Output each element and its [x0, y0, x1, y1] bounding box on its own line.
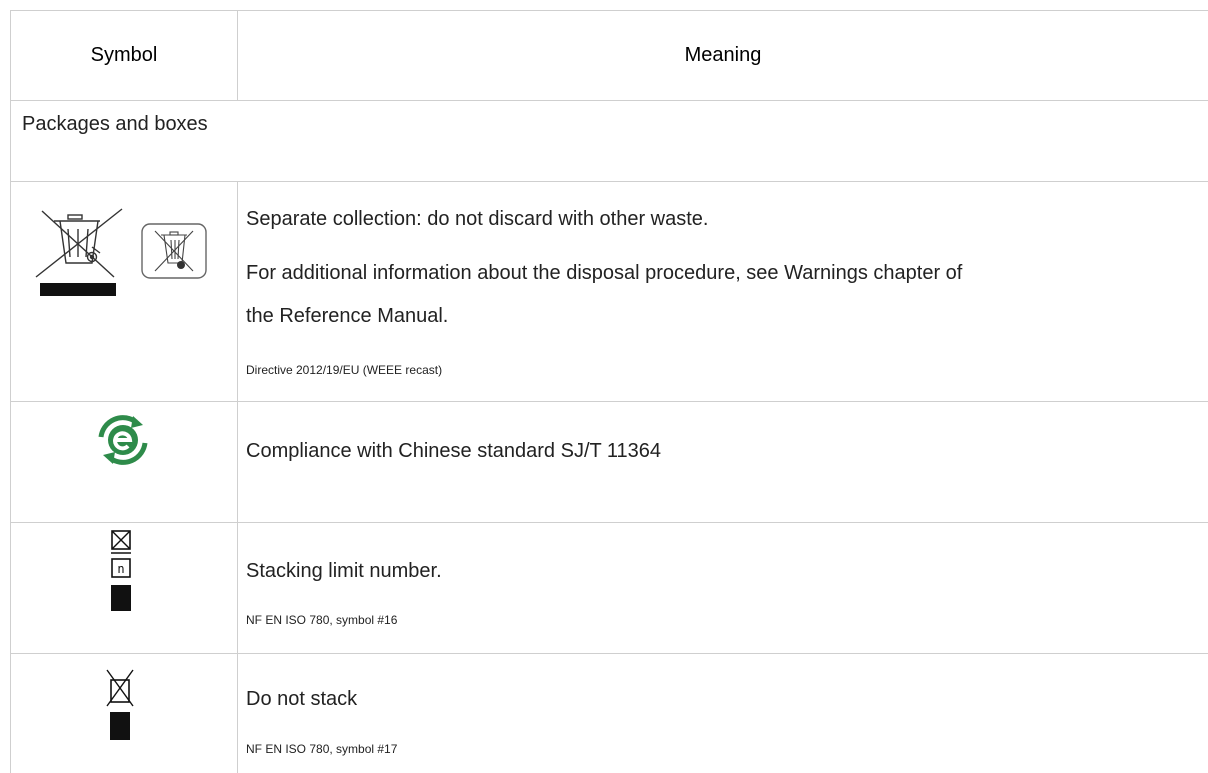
- section-label: Packages and boxes: [22, 113, 208, 135]
- row-divider: [10, 100, 1208, 101]
- row-divider: [10, 653, 1208, 654]
- china-rohs-e-icon: [96, 413, 150, 467]
- directive-note: Directive 2012/19/EU (WEEE recast): [246, 363, 443, 377]
- stacking-limit-label: n: [117, 562, 124, 576]
- meaning-line: Separate collection: do not discard with…: [246, 208, 709, 230]
- table-border-left: [10, 10, 11, 773]
- do-not-stack-icon: [106, 668, 134, 742]
- meaning-line: Do not stack: [246, 688, 358, 710]
- standard-note: NF EN ISO 780, symbol #17: [246, 742, 398, 756]
- row-divider: [10, 522, 1208, 523]
- stacking-limit-icon: n: [110, 529, 132, 613]
- standard-note: NF EN ISO 780, symbol #16: [246, 613, 398, 627]
- column-header-meaning: Meaning: [684, 44, 762, 66]
- meaning-line: the Reference Manual.: [246, 305, 449, 327]
- column-header-symbol: Symbol: [90, 44, 158, 66]
- row-divider: [10, 401, 1208, 402]
- crossed-bin-framed-icon: [141, 223, 207, 279]
- meaning-line: For additional information about the dis…: [246, 262, 963, 284]
- meaning-line: Stacking limit number.: [246, 560, 442, 582]
- crossed-wheeled-bin-icon: [30, 205, 126, 297]
- meaning-line: Compliance with Chinese standard SJ/T 11…: [246, 440, 662, 462]
- row-divider: [10, 181, 1208, 182]
- column-divider: [237, 181, 238, 773]
